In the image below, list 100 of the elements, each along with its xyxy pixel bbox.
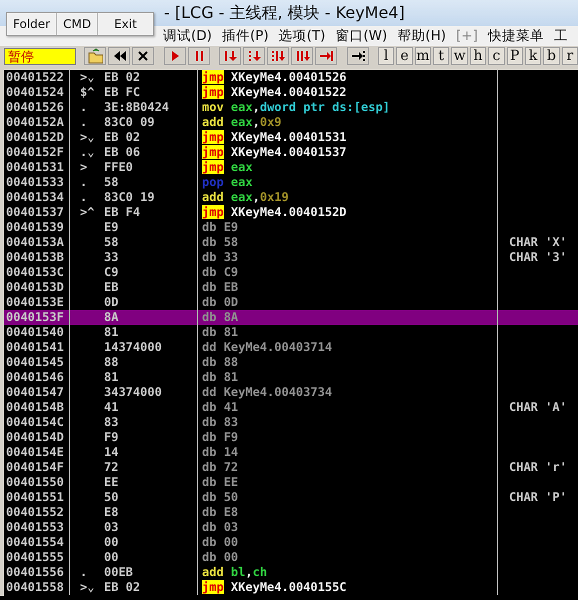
- address-cell: 00401537: [4, 205, 70, 220]
- address-cell: 0040153C: [4, 265, 70, 280]
- code-row[interactable]: 0040152D >⌄ EB 02 jmp XKeyMe4.00401531: [4, 130, 578, 145]
- code-row[interactable]: 0040153A 58 db 58 CHAR 'X': [4, 235, 578, 250]
- code-row[interactable]: 00401526 . 3E:8B0424 mov eax,dword ptr ds:[esp]: [4, 100, 578, 115]
- instruction-cell: db 33: [198, 250, 498, 265]
- code-row[interactable]: 00401550 EE db EE: [4, 475, 578, 490]
- toolbar-button[interactable]: t: [433, 47, 450, 65]
- toolbar-button[interactable]: P: [506, 47, 523, 65]
- hex-cell: 00EB: [100, 565, 198, 580]
- code-row[interactable]: 0040153D EB db EB: [4, 280, 578, 295]
- folder-icon[interactable]: [87, 48, 104, 64]
- address-cell: 00401552: [4, 505, 70, 520]
- code-row[interactable]: 00401531 > FFE0 jmp eax: [4, 160, 578, 175]
- toolbar-button[interactable]: l: [378, 47, 394, 65]
- toolbar-button[interactable]: e: [396, 47, 413, 65]
- trace-into-icon[interactable]: [270, 48, 286, 64]
- step-into-icon[interactable]: [222, 48, 238, 64]
- menu-item[interactable]: 调试(D): [158, 27, 217, 45]
- step-over-icon[interactable]: [246, 48, 262, 64]
- address-cell: 00401540: [4, 325, 70, 340]
- instruction-cell: db 03: [198, 520, 498, 535]
- address-cell: 0040152D: [4, 130, 70, 145]
- hex-cell: EB FC: [100, 85, 198, 100]
- code-row[interactable]: 0040154D F9 db F9: [4, 430, 578, 445]
- run-to-return-icon[interactable]: [318, 48, 334, 64]
- menu-item[interactable]: 插件(P): [216, 27, 274, 45]
- menu-item[interactable]: 快捷菜单: [482, 27, 549, 45]
- menu-button[interactable]: CMD: [57, 13, 98, 35]
- code-row[interactable]: 0040154B 41 db 41 CHAR 'A': [4, 400, 578, 415]
- code-row[interactable]: 0040153F 8A db 8A: [4, 310, 578, 325]
- instruction-cell: jmp XKeyMe4.00401526: [198, 70, 498, 85]
- instruction-cell: db EE: [198, 475, 498, 490]
- address-cell: 0040152F: [4, 145, 70, 160]
- menu-item[interactable]: 窗口(W): [330, 27, 392, 45]
- jump-marker: .: [80, 115, 88, 130]
- instruction-cell: jmp XKeyMe4.0040152D: [198, 205, 498, 220]
- address-cell: 0040153D: [4, 280, 70, 295]
- instruction-cell: mov eax,dword ptr ds:[esp]: [198, 100, 498, 115]
- code-row[interactable]: 00401555 00 db 00: [4, 550, 578, 565]
- code-row[interactable]: 00401546 81 db 81: [4, 370, 578, 385]
- address-cell: 00401534: [4, 190, 70, 205]
- hex-cell: E8: [100, 505, 198, 520]
- address-cell: 00401526: [4, 100, 70, 115]
- jump-marker: >⌄: [80, 130, 94, 145]
- address-cell: 0040154D: [4, 430, 70, 445]
- instruction-cell: db 8A: [198, 310, 498, 325]
- hex-cell: EB 06: [100, 145, 198, 160]
- instruction-cell: pop eax: [198, 175, 498, 190]
- code-row[interactable]: 00401551 50 db 50 CHAR 'P': [4, 490, 578, 505]
- code-row[interactable]: 00401547 34374000 dd KeyMe4.00403734: [4, 385, 578, 400]
- instruction-cell: db 00: [198, 535, 498, 550]
- code-row[interactable]: 0040154F 72 db 72 CHAR 'r': [4, 460, 578, 475]
- code-row[interactable]: 00401541 14374000 dd KeyMe4.00403714: [4, 340, 578, 355]
- menu-item[interactable]: 选项(T): [274, 27, 330, 45]
- comment-cell-text: CHAR 'A': [508, 400, 568, 415]
- code-row[interactable]: 00401553 03 db 03: [4, 520, 578, 535]
- instruction-cell: db E9: [198, 220, 498, 235]
- instruction-cell: dd KeyMe4.00403734: [198, 385, 498, 400]
- code-row[interactable]: 00401524 $^ EB FC jmp XKeyMe4.00401522: [4, 85, 578, 100]
- code-row[interactable]: 0040153C C9 db C9: [4, 265, 578, 280]
- toolbar-button[interactable]: c: [488, 47, 505, 65]
- hex-cell: EE: [100, 475, 198, 490]
- toolbar-button[interactable]: k: [524, 47, 542, 65]
- code-row[interactable]: 00401554 00 db 00: [4, 535, 578, 550]
- toolbar-button[interactable]: w: [451, 47, 468, 65]
- address-cell: 0040153F: [4, 310, 70, 325]
- code-row[interactable]: 00401522 >⌄ EB 02 jmp XKeyMe4.00401526: [4, 70, 578, 85]
- code-row[interactable]: 00401537 >^ EB F4 jmp XKeyMe4.0040152D: [4, 205, 578, 220]
- address-cell: 00401539: [4, 220, 70, 235]
- code-row[interactable]: 00401540 81 db 81: [4, 325, 578, 340]
- toolbar-button[interactable]: h: [470, 47, 486, 65]
- toolbar-button[interactable]: b: [543, 47, 560, 65]
- code-row[interactable]: 00401552 E8 db E8: [4, 505, 578, 520]
- menu-button[interactable]: Folder: [7, 13, 58, 35]
- code-row[interactable]: 00401558 >⌄ EB 02 jmp XKeyMe4.0040155C: [4, 580, 578, 595]
- code-row[interactable]: 0040154C 83 db 83: [4, 415, 578, 430]
- menu-item[interactable]: 工: [548, 27, 573, 45]
- hex-cell: 00: [100, 550, 198, 565]
- code-row[interactable]: 00401539 E9 db E9: [4, 220, 578, 235]
- address-cell: 00401524: [4, 85, 70, 100]
- code-row[interactable]: 00401533 . 58 pop eax: [4, 175, 578, 190]
- hex-cell: 03: [100, 520, 198, 535]
- code-row[interactable]: 0040154E 14 db 14: [4, 445, 578, 460]
- instruction-cell: db 81: [198, 325, 498, 340]
- trace-over-icon[interactable]: [294, 48, 310, 64]
- code-row[interactable]: 0040153B 33 db 33 CHAR '3': [4, 250, 578, 265]
- hex-cell: FFE0: [100, 160, 198, 175]
- instruction-cell: db 41: [198, 400, 498, 415]
- code-row[interactable]: 00401545 88 db 88: [4, 355, 578, 370]
- jump-marker: .: [80, 175, 88, 190]
- code-row[interactable]: 0040152F .⌄ EB 06 jmp XKeyMe4.00401537: [4, 145, 578, 160]
- jump-marker: .: [80, 190, 88, 205]
- address-cell: 00401556: [4, 565, 70, 580]
- toolbar-button[interactable]: r: [562, 47, 578, 65]
- menu-item[interactable]: 帮助(H): [392, 27, 451, 45]
- instruction-cell: jmp XKeyMe4.00401537: [198, 145, 498, 160]
- toolbar-button[interactable]: m: [414, 47, 432, 65]
- go-to-icon[interactable]: [350, 48, 366, 64]
- hex-cell: 58: [100, 175, 198, 190]
